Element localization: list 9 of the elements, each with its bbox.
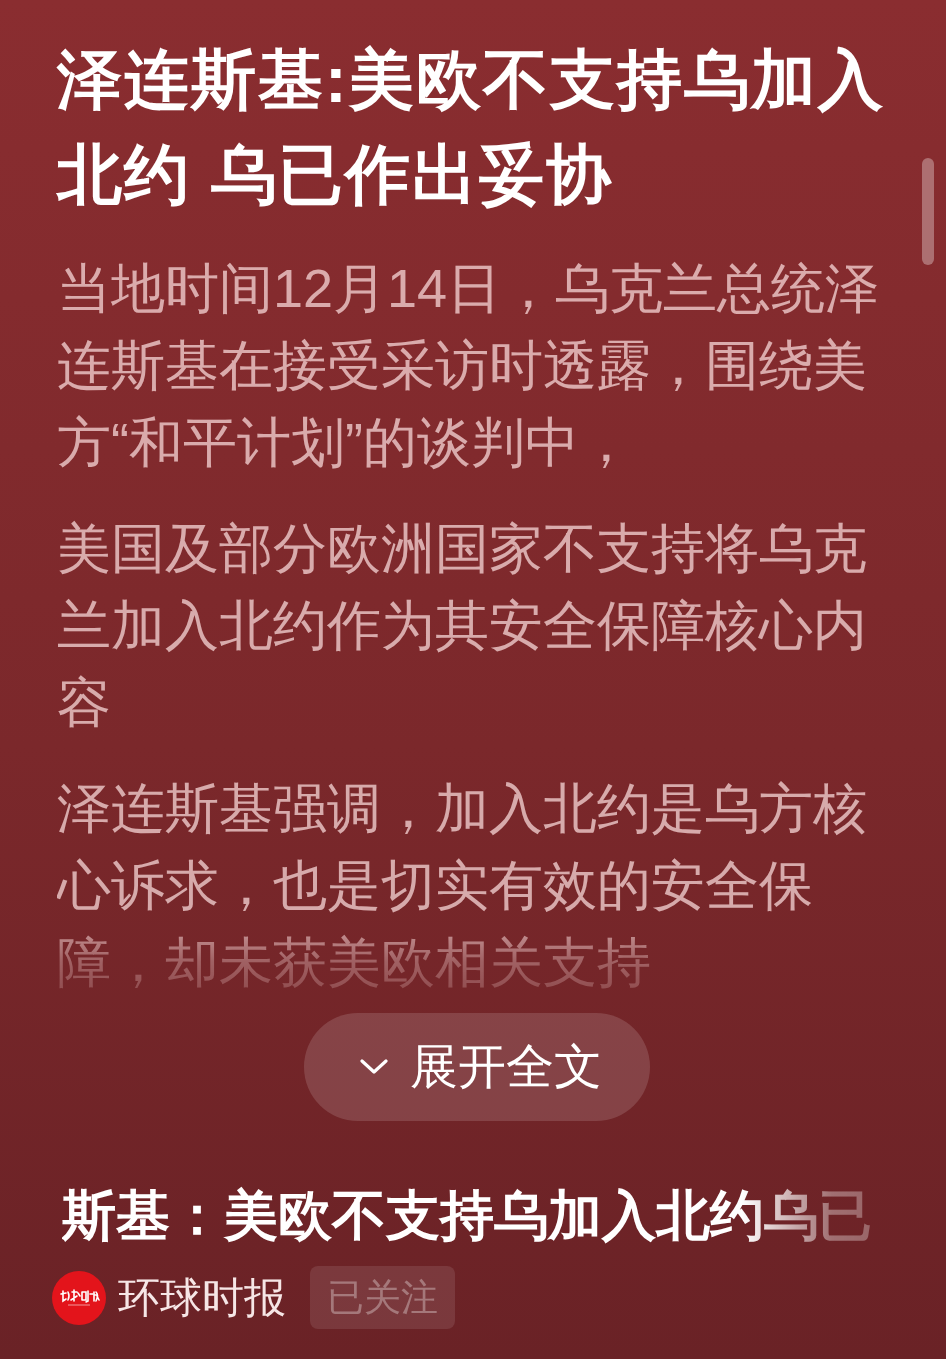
article-paragraph: 美国及部分欧洲国家不支持将乌克兰加入北约作为其安全保障核心内容 <box>57 517 868 734</box>
article-paragraph: 泽连斯基强调，加入北约是乌方核心诉求，也是切实有效的安全保障，却未获美欧相关支持 <box>57 777 868 994</box>
article-title: 泽连斯基:美欧不支持乌加入北约 乌已作出妥协 <box>57 42 886 213</box>
article-paragraph: 当地时间12月14日，乌克兰总统泽连斯基在接受采访时透露，围绕美方“和平计划”的谈判中， <box>57 257 881 474</box>
chevron-down-icon <box>360 1059 388 1075</box>
logo-icon[interactable] <box>52 1270 106 1325</box>
expand-button[interactable]: 展开全文 <box>304 1013 650 1121</box>
source-name[interactable]: 环球时报 <box>118 1271 286 1324</box>
scrolling-title: 斯基：美欧不支持乌加入北约乌已 <box>62 1184 872 1246</box>
